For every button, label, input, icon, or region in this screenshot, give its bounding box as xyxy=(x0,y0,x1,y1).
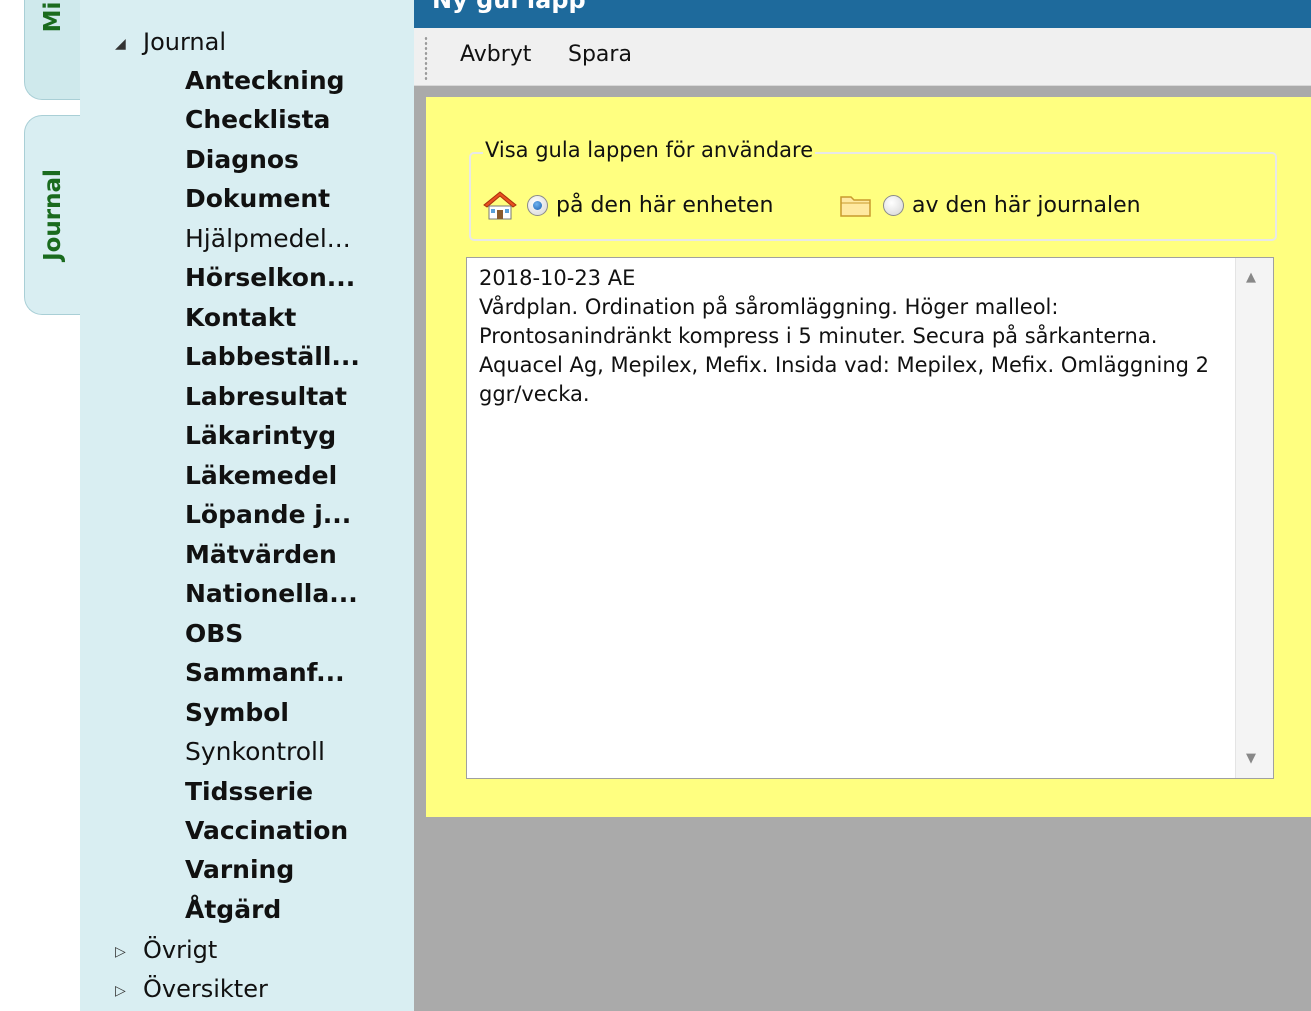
tree-item-horselkon[interactable]: Hörselkon... xyxy=(185,260,355,296)
note-editor-pane: Ny gul lapp Avbryt Spara Visa gula lappe… xyxy=(414,0,1311,1011)
tab-mi[interactable]: Mi xyxy=(24,0,81,100)
tree-item-dokument[interactable]: Dokument xyxy=(185,181,330,217)
tree-item-tidsserie[interactable]: Tidsserie xyxy=(185,774,313,810)
tree-item-varning[interactable]: Varning xyxy=(185,852,294,888)
journal-tree: ◢ Journal Anteckning Checklista Diagnos D… xyxy=(80,0,414,1011)
toolbar: Avbryt Spara xyxy=(414,28,1311,86)
toolbar-grip[interactable] xyxy=(424,36,428,80)
tab-journal-label: Journal xyxy=(40,169,66,261)
home-icon xyxy=(483,191,517,220)
tree-item-atgard[interactable]: Åtgärd xyxy=(185,892,281,928)
tree-item-labresultat[interactable]: Labresultat xyxy=(185,379,347,415)
tree-item-hjalpmedel[interactable]: Hjälpmedel... xyxy=(185,221,351,257)
save-button[interactable]: Spara xyxy=(568,42,632,67)
tree-item-anteckning[interactable]: Anteckning xyxy=(185,63,345,99)
vertical-scrollbar[interactable]: ▲ ▼ xyxy=(1235,258,1273,778)
tree-item-lakarintyg[interactable]: Läkarintyg xyxy=(185,418,336,454)
option-journal-label: av den här journalen xyxy=(912,192,1141,218)
note-line: ggr/vecka. xyxy=(479,382,590,406)
tree-item-synkontroll[interactable]: Synkontroll xyxy=(185,734,325,770)
tree-node-oversikter-label: Översikter xyxy=(143,975,268,1003)
tree-item-sammanf[interactable]: Sammanf... xyxy=(185,655,345,691)
tab-mi-label: Mi xyxy=(40,1,66,33)
tree-item-obs[interactable]: OBS xyxy=(185,616,243,652)
note-line: Prontosanindränkt kompress i 5 minuter. … xyxy=(479,324,1158,348)
option-journal[interactable]: av den här journalen xyxy=(839,190,1141,220)
tree-item-checklista[interactable]: Checklista xyxy=(185,102,330,138)
note-line: 2018-10-23 AE xyxy=(479,266,636,290)
tree-node-ovrigt-label: Övrigt xyxy=(143,936,218,964)
tree-item-lopande[interactable]: Löpande j... xyxy=(185,497,351,533)
scroll-down-icon[interactable]: ▼ xyxy=(1246,751,1256,766)
tree-node-journal-label: Journal xyxy=(143,28,227,56)
expand-arrow-icon[interactable]: ▷ xyxy=(115,934,143,970)
yellow-note-area: Visa gula lappen för användare på den hä… xyxy=(426,97,1311,817)
expand-arrow-icon[interactable]: ◢ xyxy=(115,26,143,62)
expand-arrow-icon[interactable]: ▷ xyxy=(115,973,143,1009)
folder-icon xyxy=(840,196,871,217)
note-textarea[interactable]: 2018-10-23 AE Vårdplan. Ordination på så… xyxy=(466,257,1274,779)
radio-unit[interactable] xyxy=(527,194,548,216)
tree-item-matvarden[interactable]: Mätvärden xyxy=(185,537,337,573)
tree-item-nationella[interactable]: Nationella... xyxy=(185,576,358,612)
radio-journal[interactable] xyxy=(883,194,904,216)
tree-item-diagnos[interactable]: Diagnos xyxy=(185,142,299,178)
option-unit-label: på den här enheten xyxy=(556,192,774,218)
tree-item-symbol[interactable]: Symbol xyxy=(185,695,289,731)
cancel-button[interactable]: Avbryt xyxy=(460,42,531,67)
tree-item-kontakt[interactable]: Kontakt xyxy=(185,300,296,336)
visibility-legend: Visa gula lappen för användare xyxy=(483,138,816,162)
option-unit[interactable]: på den här enheten xyxy=(483,190,773,220)
tree-node-ovrigt[interactable]: ▷ Övrigt xyxy=(115,932,217,968)
tree-item-lakemedel[interactable]: Läkemedel xyxy=(185,458,337,494)
tree-item-vaccination[interactable]: Vaccination xyxy=(185,813,348,849)
window-titlebar: Ny gul lapp xyxy=(414,0,1311,28)
tree-node-oversikter[interactable]: ▷ Översikter xyxy=(115,971,268,1007)
tree-node-journal[interactable]: ◢ Journal xyxy=(115,24,226,60)
scroll-up-icon[interactable]: ▲ xyxy=(1246,270,1256,285)
visibility-group: Visa gula lappen för användare på den hä… xyxy=(469,138,1277,241)
tab-journal[interactable]: Journal xyxy=(24,115,81,315)
note-text[interactable]: 2018-10-23 AE Vårdplan. Ordination på så… xyxy=(479,264,1229,409)
vertical-tab-strip: Mi Journal xyxy=(0,0,81,1011)
note-line: Aquacel Ag, Mepilex, Mefix. Insida vad: … xyxy=(479,353,1210,377)
tree-item-labbestall[interactable]: Labbeställ... xyxy=(185,339,360,375)
window-title: Ny gul lapp xyxy=(432,0,586,14)
note-line: Vårdplan. Ordination på såromläggning. H… xyxy=(479,295,1059,319)
